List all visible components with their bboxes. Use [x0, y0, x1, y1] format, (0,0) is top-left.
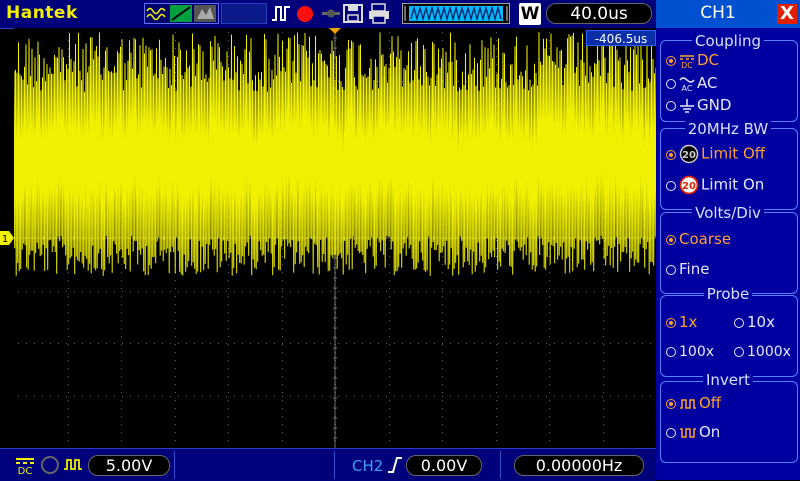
- print-icon[interactable]: [367, 3, 391, 24]
- probe-1000x-option[interactable]: 1000x: [734, 344, 791, 360]
- coupling-section: Coupling DC DC AC AC GND: [656, 30, 800, 122]
- xy-mode-icon[interactable]: [170, 5, 192, 22]
- frequency-readout: 0.00000Hz: [514, 455, 644, 476]
- separator: [174, 451, 175, 479]
- svg-text:20: 20: [682, 150, 696, 161]
- probe-10x-option[interactable]: 10x: [734, 313, 775, 331]
- brand-logo: Hantek: [6, 3, 78, 23]
- volts-fine-option[interactable]: Fine: [666, 260, 709, 278]
- panel-header: CH1 X: [656, 0, 800, 28]
- coupling-dc-option[interactable]: DC DC: [666, 51, 719, 69]
- invert-section: Invert Off On: [656, 371, 800, 463]
- trigger-source-label[interactable]: CH2: [352, 457, 383, 475]
- separator: [500, 451, 501, 479]
- trigger-level-readout[interactable]: 0.00V: [406, 455, 482, 476]
- svg-text:20: 20: [682, 181, 696, 192]
- invert-off-icon: [680, 398, 696, 409]
- ch1-menu-panel: CH1 X Coupling DC DC AC AC GND 20MHz BW 20…: [656, 0, 800, 480]
- invert-icon: [62, 455, 84, 479]
- record-icon[interactable]: [294, 3, 316, 24]
- link-icon[interactable]: [320, 3, 342, 24]
- trigger-position-marker: [329, 28, 341, 34]
- run-controls: [270, 3, 394, 24]
- ch1-level-marker[interactable]: 1: [0, 230, 14, 245]
- waveform-mode-icon[interactable]: [146, 5, 168, 22]
- panel-title: CH1: [700, 3, 736, 23]
- probe-1x-option[interactable]: 1x: [666, 313, 697, 331]
- bw-on-icon: 20: [679, 175, 699, 195]
- bottom-status-bar: DC 5.00V CH2 0.00V 0.00000Hz: [0, 448, 656, 481]
- svg-text:DC: DC: [681, 61, 693, 69]
- ground-icon: [680, 98, 694, 113]
- volts-div-section: Volts/Div Coarse Fine: [656, 202, 800, 294]
- bandwidth-section: 20MHz BW 20 Limit Off 20 Limit On: [656, 118, 800, 210]
- persist-mode-icon[interactable]: [194, 5, 216, 22]
- dc-icon: DC: [680, 54, 694, 69]
- volts-div-title: Volts/Div: [692, 204, 764, 222]
- ac-icon: AC: [679, 76, 695, 92]
- dc-coupling-icon: DC: [14, 455, 36, 479]
- coupling-ac-option[interactable]: AC AC: [666, 74, 717, 92]
- rising-edge-icon: [386, 456, 404, 478]
- ch1-volts-readout[interactable]: 5.00V: [88, 455, 170, 476]
- memory-window-indicator[interactable]: [402, 3, 510, 24]
- bw-limit-icon: [40, 455, 60, 479]
- waveform-display[interactable]: [13, 27, 658, 448]
- graticule: [13, 27, 658, 448]
- coupling-title: Coupling: [691, 32, 765, 50]
- svg-text:AC: AC: [682, 84, 693, 92]
- save-icon[interactable]: [342, 3, 364, 24]
- status-blank-box: [221, 3, 267, 24]
- probe-section: Probe 1x 10x 100x 1000x: [656, 285, 800, 377]
- invert-off-option[interactable]: Off: [666, 394, 721, 412]
- volts-coarse-option[interactable]: Coarse: [666, 230, 731, 248]
- top-status-bar: Hantek W 40.0us: [0, 0, 656, 29]
- close-button[interactable]: X: [777, 4, 797, 24]
- bw-limit-on-option[interactable]: 20 Limit On: [666, 175, 764, 195]
- probe-title: Probe: [703, 285, 753, 303]
- separator: [334, 451, 335, 479]
- coupling-gnd-option[interactable]: GND: [666, 96, 731, 114]
- invert-on-icon: [680, 427, 696, 438]
- window-mode-button[interactable]: W: [519, 3, 541, 25]
- trigger-edge-icon[interactable]: [270, 3, 294, 24]
- invert-title: Invert: [702, 371, 754, 389]
- bandwidth-title: 20MHz BW: [684, 120, 772, 138]
- trigger-offset-readout: -406.5us: [586, 30, 656, 46]
- timebase-readout[interactable]: 40.0us: [546, 3, 652, 24]
- mode-icons-group: [144, 3, 219, 24]
- bw-off-icon: 20: [679, 144, 699, 164]
- bw-limit-off-option[interactable]: 20 Limit Off: [666, 144, 765, 164]
- svg-text:1: 1: [2, 234, 8, 245]
- invert-on-option[interactable]: On: [666, 423, 720, 441]
- svg-text:DC: DC: [18, 466, 33, 475]
- probe-100x-option[interactable]: 100x: [666, 344, 714, 360]
